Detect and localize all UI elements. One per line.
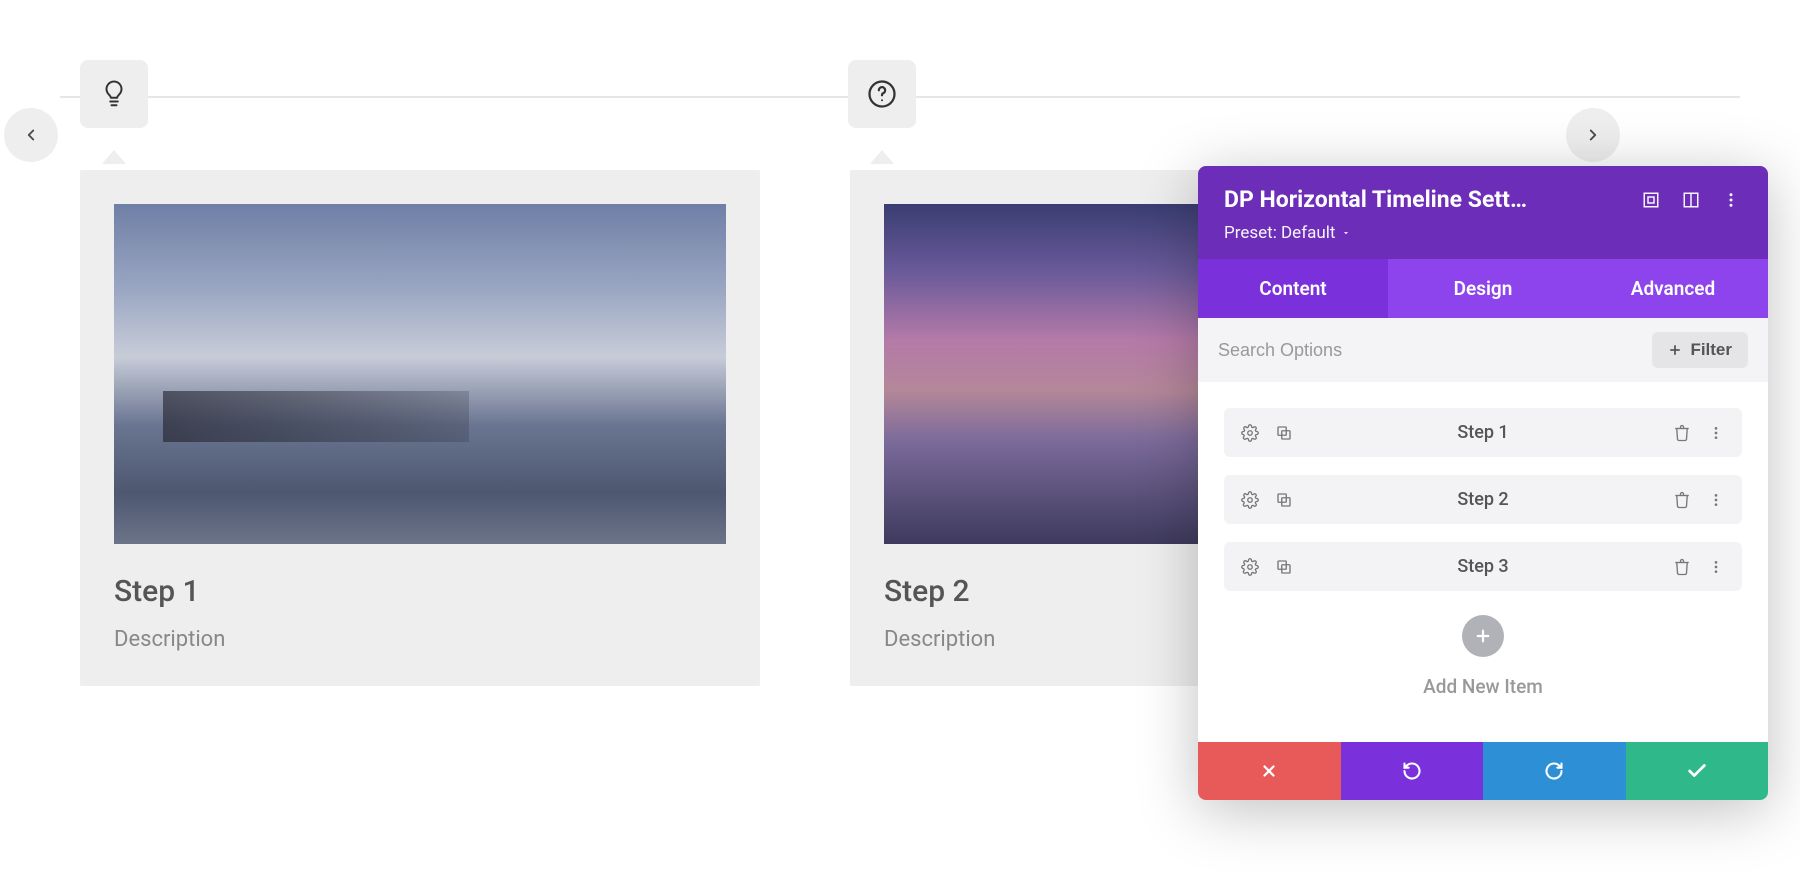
timeline-pointer [102, 150, 126, 164]
item-delete-button[interactable] [1672, 557, 1692, 577]
duplicate-icon [1275, 558, 1293, 576]
more-button[interactable] [1720, 189, 1742, 211]
item-more-button[interactable] [1706, 490, 1726, 510]
layout-icon [1682, 191, 1700, 209]
panel-header[interactable]: DP Horizontal Timeline Sett… Preset: Def… [1198, 166, 1768, 259]
item-settings-button[interactable] [1240, 423, 1260, 443]
settings-panel: DP Horizontal Timeline Sett… Preset: Def… [1198, 166, 1768, 800]
panel-tabs: Content Design Advanced [1198, 259, 1768, 318]
list-item[interactable]: Step 3 [1224, 542, 1742, 591]
plus-icon [1474, 627, 1492, 645]
help-icon [867, 79, 897, 109]
panel-search-bar: Filter [1198, 318, 1768, 382]
panel-body: Step 1 Step 2 Step 3 Add New Item [1198, 382, 1768, 742]
chevron-right-icon [1584, 126, 1602, 144]
tab-advanced[interactable]: Advanced [1578, 259, 1768, 318]
item-label: Step 2 [1308, 489, 1658, 510]
add-item-label: Add New Item [1224, 675, 1742, 698]
item-more-button[interactable] [1706, 423, 1726, 443]
cancel-button[interactable] [1198, 742, 1341, 800]
duplicate-icon [1275, 491, 1293, 509]
card-description: Description [114, 627, 726, 652]
timeline-pointer [870, 150, 894, 164]
item-settings-button[interactable] [1240, 490, 1260, 510]
save-button[interactable] [1626, 742, 1769, 800]
timeline-card-1[interactable]: Step 1 Description [80, 170, 760, 686]
plus-icon [1668, 343, 1682, 357]
undo-icon [1402, 761, 1422, 781]
item-delete-button[interactable] [1672, 490, 1692, 510]
expand-button[interactable] [1640, 189, 1662, 211]
undo-button[interactable] [1341, 742, 1484, 800]
more-vertical-icon [1708, 492, 1724, 508]
chevron-left-icon [22, 126, 40, 144]
add-item-button[interactable] [1462, 615, 1504, 657]
expand-icon [1642, 191, 1660, 209]
list-item[interactable]: Step 1 [1224, 408, 1742, 457]
more-vertical-icon [1722, 191, 1740, 209]
check-icon [1686, 760, 1708, 782]
item-settings-button[interactable] [1240, 557, 1260, 577]
panel-title: DP Horizontal Timeline Sett… [1224, 186, 1622, 213]
item-duplicate-button[interactable] [1274, 557, 1294, 577]
search-input[interactable] [1218, 340, 1640, 361]
item-duplicate-button[interactable] [1274, 490, 1294, 510]
preset-label: Preset: Default [1224, 223, 1335, 243]
panel-footer [1198, 742, 1768, 800]
item-label: Step 3 [1308, 556, 1658, 577]
gear-icon [1241, 491, 1259, 509]
trash-icon [1673, 491, 1691, 509]
filter-button[interactable]: Filter [1652, 332, 1748, 368]
item-label: Step 1 [1308, 422, 1658, 443]
more-vertical-icon [1708, 425, 1724, 441]
preset-dropdown[interactable]: Preset: Default [1224, 223, 1351, 243]
timeline-node-2[interactable] [848, 60, 916, 128]
gear-icon [1241, 558, 1259, 576]
redo-button[interactable] [1483, 742, 1626, 800]
gear-icon [1241, 424, 1259, 442]
duplicate-icon [1275, 424, 1293, 442]
close-icon [1260, 762, 1278, 780]
tab-content[interactable]: Content [1198, 259, 1388, 318]
card-image [114, 204, 726, 544]
item-more-button[interactable] [1706, 557, 1726, 577]
layout-button[interactable] [1680, 189, 1702, 211]
trash-icon [1673, 424, 1691, 442]
item-delete-button[interactable] [1672, 423, 1692, 443]
more-vertical-icon [1708, 559, 1724, 575]
tab-design[interactable]: Design [1388, 259, 1578, 318]
item-duplicate-button[interactable] [1274, 423, 1294, 443]
caret-down-icon [1341, 228, 1351, 238]
card-title: Step 1 [114, 574, 726, 609]
trash-icon [1673, 558, 1691, 576]
lightbulb-icon [99, 79, 129, 109]
filter-label: Filter [1690, 340, 1732, 360]
timeline-node-1[interactable] [80, 60, 148, 128]
list-item[interactable]: Step 2 [1224, 475, 1742, 524]
redo-icon [1544, 761, 1564, 781]
